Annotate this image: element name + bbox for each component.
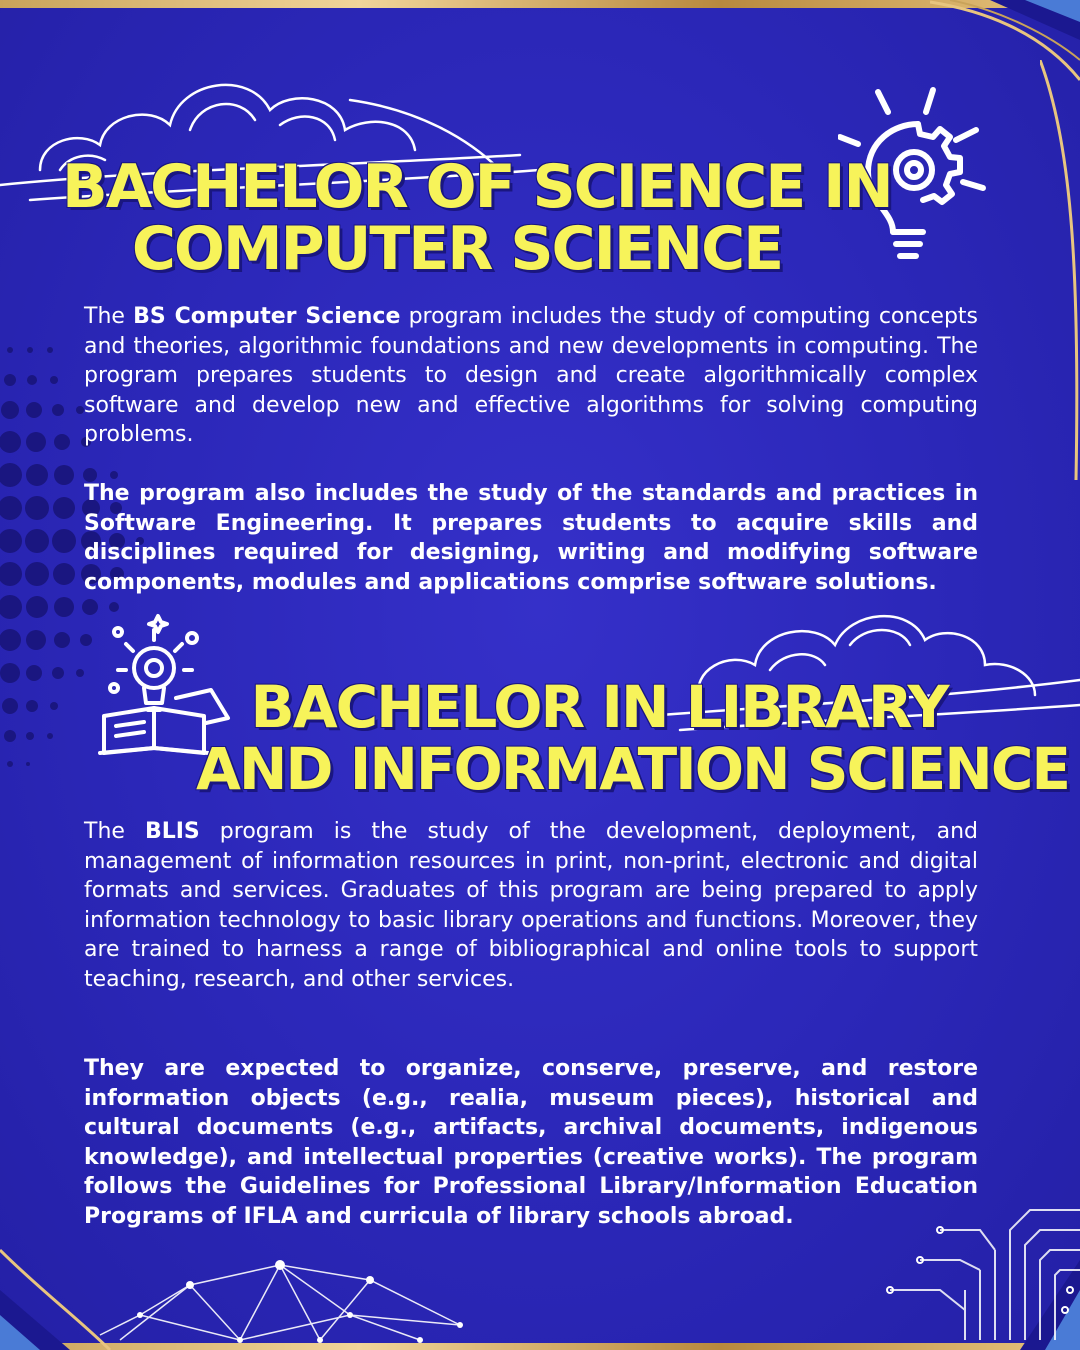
section2-p1-bold: BLIS (144, 819, 200, 844)
section2-title-line1: BACHELOR IN LIBRARY (250, 673, 950, 741)
gold-border-top (0, 0, 1080, 8)
section2-p1-prefix: The (84, 819, 145, 844)
network-constellation-decoration (99, 1260, 463, 1343)
section2-title-line2: AND INFORMATION SCIENCE (196, 735, 1071, 803)
section2-paragraph2: They are expected to organize, conserve,… (84, 1056, 978, 1229)
section1-paragraph2: The program also includes the study of t… (84, 481, 978, 595)
section1-paragraph1: The BS Computer Science program includes… (84, 302, 978, 450)
section2-title: BACHELOR IN LIBRARY AND INFORMATION SCIE… (196, 673, 1071, 803)
section2-p1-rest: program is the study of the development,… (84, 819, 978, 992)
section1-p1-bold: BS Computer Science (133, 304, 401, 329)
gold-curve-right (1040, 60, 1079, 480)
section1-title: BACHELOR OF SCIENCE IN COMPUTER SCIENCE (62, 152, 894, 284)
section1-title-line1: BACHELOR OF SCIENCE IN (62, 152, 894, 222)
section1-title-line2: COMPUTER SCIENCE (131, 214, 784, 284)
poster-background: BACHELOR OF SCIENCE IN COMPUTER SCIENCE … (0, 0, 1080, 1350)
section1-p1-prefix: The (84, 304, 134, 329)
section2-paragraph1: The BLIS program is the study of the dev… (84, 817, 978, 995)
